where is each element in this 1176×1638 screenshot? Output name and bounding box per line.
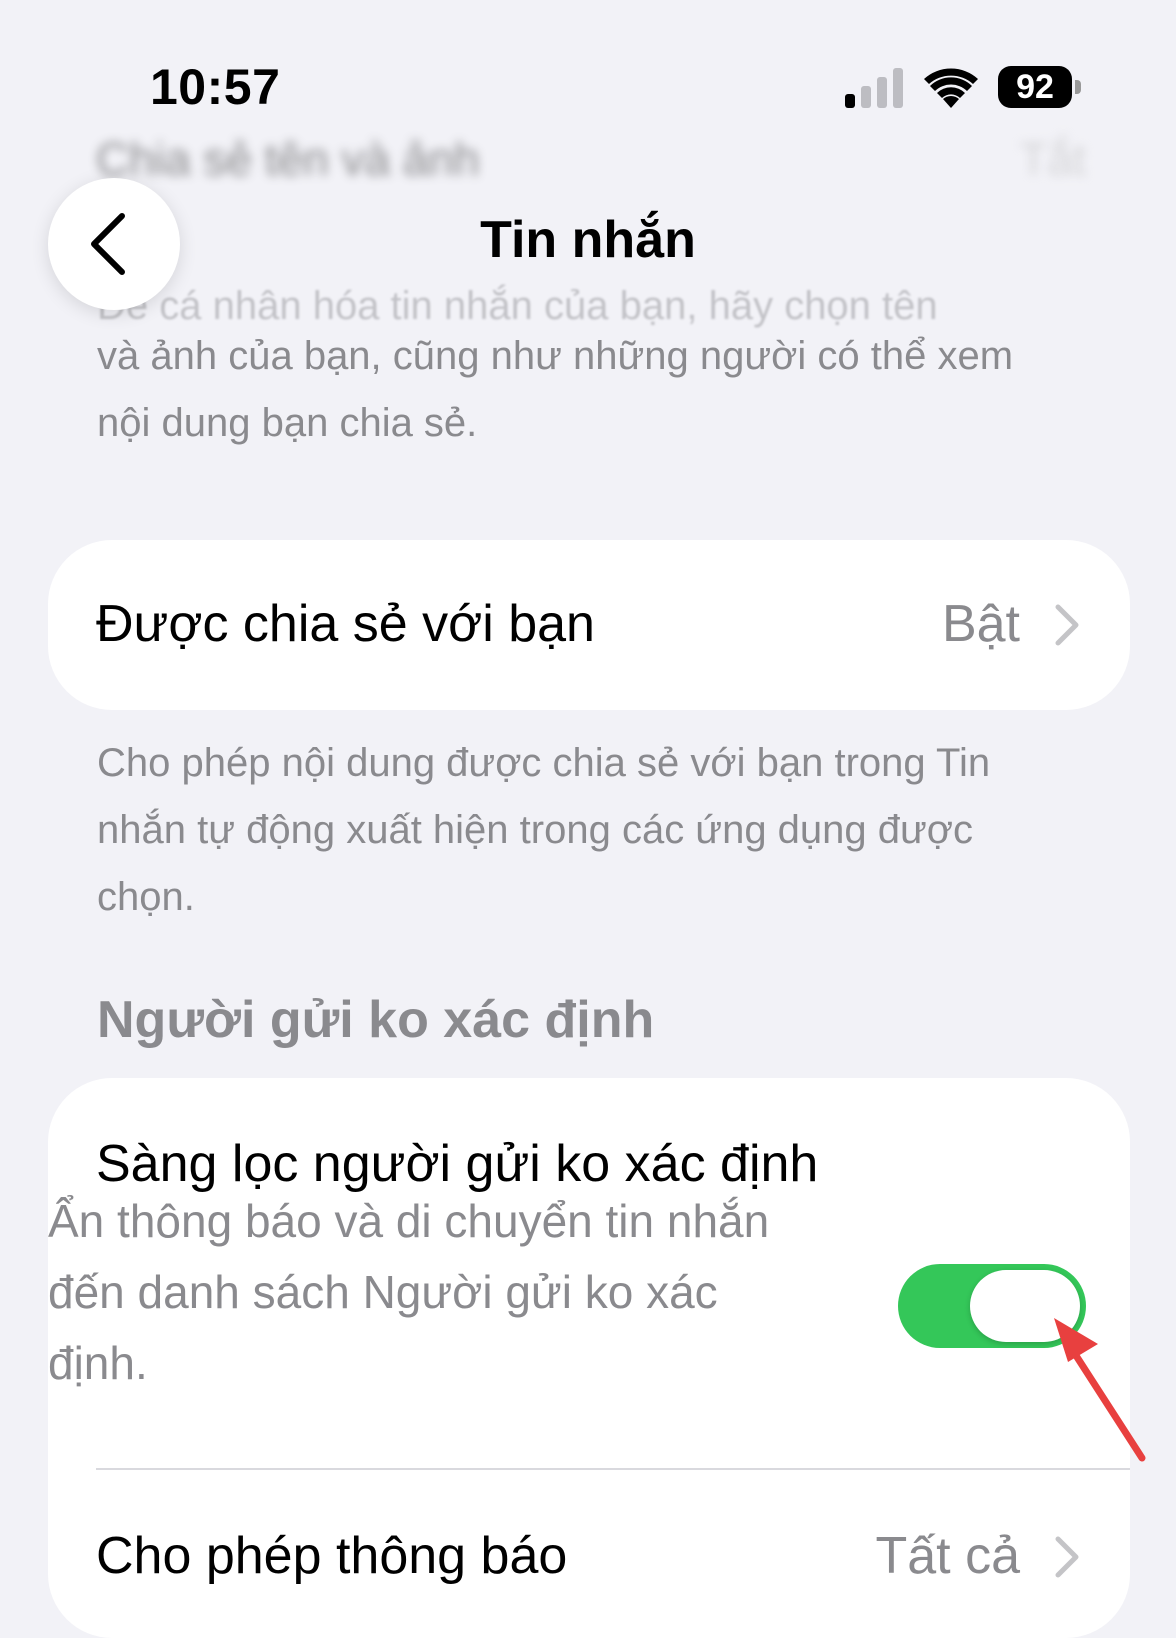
shared-with-you-row[interactable]: Được chia sẻ với bạn Bật — [48, 540, 1130, 710]
footnote-name-photo: và ảnh của bạn, cũng như những người có … — [97, 334, 1014, 445]
battery-icon: 92 — [998, 66, 1082, 108]
footnote-shared-with-you: Cho phép nội dung được chia sẻ với bạn t… — [97, 741, 991, 919]
shared-with-you-value: Bật — [941, 595, 1020, 653]
blurred-row-share-name-photo: Chia sẻ tên và ảnh Tắt — [96, 132, 1086, 192]
cellular-signal-icon — [845, 68, 903, 108]
blurred-row-label: Chia sẻ tên và ảnh — [96, 133, 480, 185]
page-title: Tin nhắn — [480, 211, 696, 269]
battery-level: 92 — [998, 66, 1072, 108]
battery-tip — [1075, 80, 1081, 94]
annotation-arrow-icon — [1054, 1318, 1146, 1462]
filter-unknown-senders-label: Sàng lọc người gửi ko xác định — [96, 1135, 819, 1193]
section-header-unknown-senders: Người gửi ko xác định — [97, 991, 655, 1049]
filter-unknown-senders-description: Ẩn thông báo và di chuyển tin nhắn đến d… — [48, 1195, 770, 1389]
shared-with-you-label: Được chia sẻ với bạn — [96, 595, 595, 653]
row-divider — [96, 1468, 1130, 1470]
status-bar: 10:57 92 — [0, 0, 1176, 130]
blurred-row-value: Tắt — [1019, 133, 1086, 185]
wifi-icon — [924, 68, 978, 108]
allow-notifications-value[interactable]: Tất cả — [876, 1526, 1021, 1586]
status-time: 10:57 — [150, 59, 281, 115]
chevron-right-icon[interactable] — [1054, 1535, 1080, 1579]
chevron-right-icon — [1055, 604, 1079, 646]
allow-notifications-label[interactable]: Cho phép thông báo — [96, 1526, 567, 1586]
